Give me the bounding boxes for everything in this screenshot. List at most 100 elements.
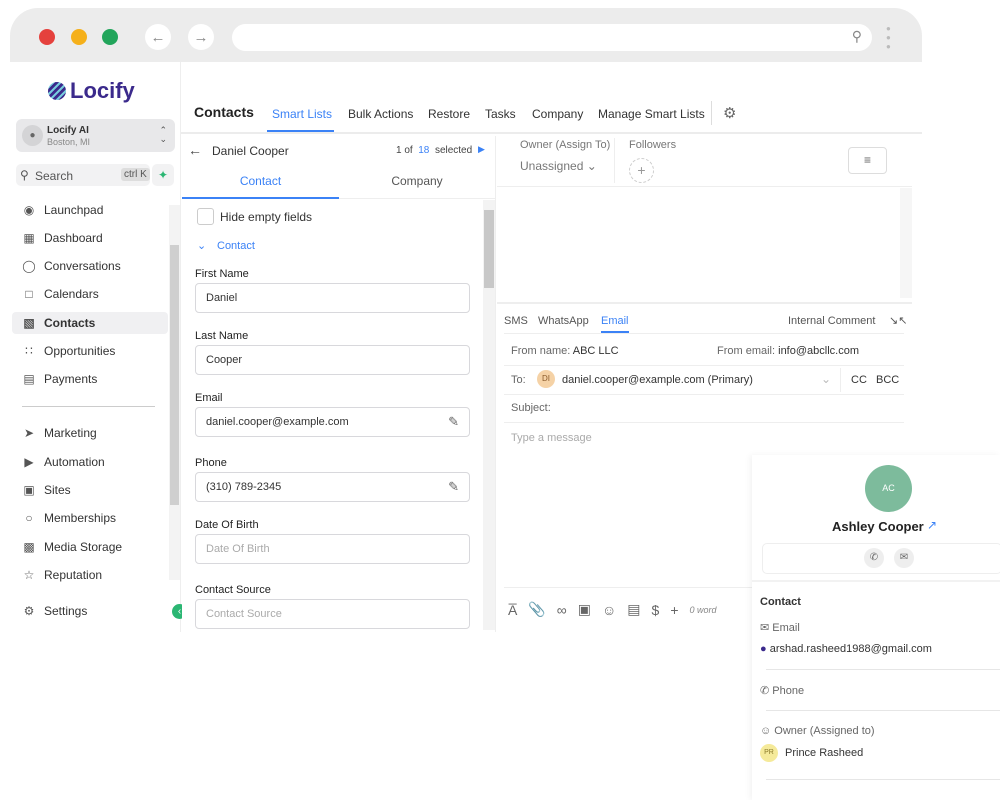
sidebar-item-label: Settings xyxy=(44,604,88,618)
bcc-button[interactable]: BCC xyxy=(876,374,899,386)
field-value: Contact Source xyxy=(206,608,282,620)
minimize-window-button[interactable] xyxy=(71,29,87,45)
sidebar-item-conversations[interactable]: ◯ Conversations xyxy=(20,255,168,277)
tab-contact[interactable]: Contact xyxy=(182,166,339,199)
back-arrow-icon[interactable]: ← xyxy=(188,142,202,158)
phone-icon: ✆ xyxy=(760,685,770,697)
sidebar-scrollbar[interactable] xyxy=(169,205,180,580)
cc-button[interactable]: CC xyxy=(851,374,867,386)
filter-icon[interactable]: ≡ xyxy=(848,147,887,174)
owner-label: Owner (Assigned to) xyxy=(774,725,875,737)
field-value: (310) 789-2345 xyxy=(206,481,282,493)
sidebar-item-label: Memberships xyxy=(44,511,117,525)
header xyxy=(181,62,922,134)
external-link-icon[interactable]: ↗ xyxy=(927,518,937,532)
owner-value: Unassigned xyxy=(520,159,584,173)
owner-avatar: PR xyxy=(760,744,778,762)
tab-bulk-actions[interactable]: Bulk Actions xyxy=(348,107,413,121)
channel-tab-whatsapp[interactable]: WhatsApp xyxy=(538,315,589,327)
account-switcher[interactable]: ● Locify AI Boston, MI ⌃ ⌄ xyxy=(16,119,175,152)
tab-restore[interactable]: Restore xyxy=(428,107,470,121)
search-button[interactable]: ⚲ Search ctrl K xyxy=(16,164,150,186)
email-input[interactable]: daniel.cooper@example.com ✎ xyxy=(195,407,470,437)
message-input[interactable]: Type a message xyxy=(511,432,592,444)
search-icon: ⚲ xyxy=(851,28,862,44)
owner-dropdown[interactable]: Unassigned ⌄ xyxy=(520,159,597,173)
messages-scrollbar[interactable] xyxy=(900,188,912,298)
emoji-icon[interactable]: ☺ xyxy=(602,602,616,618)
forward-button[interactable]: → xyxy=(188,24,214,50)
tab-company[interactable]: Company xyxy=(339,166,495,199)
mail-icon[interactable]: ✉ xyxy=(894,548,914,568)
sidebar-item-launchpad[interactable]: ◉ Launchpad xyxy=(20,199,168,221)
chevron-down-icon[interactable]: ⌄ xyxy=(197,239,206,252)
maximize-window-button[interactable] xyxy=(102,29,118,45)
pencil-icon[interactable]: ✎ xyxy=(448,479,459,495)
date-of-birth-input[interactable]: Date Of Birth xyxy=(195,534,470,564)
sidebar-item-media-storage[interactable]: ▩ Media Storage xyxy=(20,536,168,558)
page-title: Contacts xyxy=(194,104,254,120)
dollar-icon[interactable]: $ xyxy=(652,602,660,618)
collapse-icon[interactable]: ↘↖ xyxy=(889,314,907,327)
link-icon[interactable]: ∞ xyxy=(557,602,567,618)
field-value: Date Of Birth xyxy=(206,543,270,555)
hide-empty-checkbox[interactable] xyxy=(197,208,214,225)
next-record-icon[interactable]: ▶ xyxy=(478,144,485,155)
sidebar-item-dashboard[interactable]: ▦ Dashboard xyxy=(20,227,168,249)
sidebar-item-label: Dashboard xyxy=(44,231,103,245)
phone-input[interactable]: (310) 789-2345 ✎ xyxy=(195,472,470,502)
recipient-select[interactable]: daniel.cooper@example.com (Primary) xyxy=(562,374,753,386)
add-follower-button[interactable]: + xyxy=(629,158,654,183)
sidebar-item-calendars[interactable]: □ Calendars xyxy=(20,283,168,305)
pencil-icon[interactable]: ✎ xyxy=(448,414,459,430)
mail-icon: ✉ xyxy=(760,622,770,634)
channel-tab-sms[interactable]: SMS xyxy=(504,315,528,327)
plus-icon[interactable]: + xyxy=(670,602,678,618)
chevron-down-icon[interactable]: ⌄ xyxy=(821,372,831,386)
field-label: Contact Source xyxy=(195,584,271,596)
document-icon[interactable]: ▤ xyxy=(627,601,640,618)
gear-icon[interactable]: ⚙ xyxy=(723,104,736,122)
sidebar-item-reputation[interactable]: ☆ Reputation xyxy=(20,564,168,586)
email-label: Email xyxy=(772,622,800,634)
address-bar[interactable]: ⚲ xyxy=(232,24,872,51)
last-name-input[interactable]: Cooper xyxy=(195,345,470,375)
user-icon: ● xyxy=(22,125,43,146)
sidebar-item-marketing[interactable]: ➤ Marketing xyxy=(20,422,168,444)
contact-email[interactable]: arshad.rasheed1988@gmail.com xyxy=(770,643,932,655)
sidebar-item-label: Sites xyxy=(44,483,71,497)
field-value: Daniel xyxy=(206,292,238,304)
contact-card: AC Ashley Cooper ↗ ✆ ✉ Contact ✉ Email ●… xyxy=(752,455,1000,800)
sidebar-item-settings[interactable]: ⚙ Settings xyxy=(20,600,168,622)
tab-company[interactable]: Company xyxy=(532,107,583,121)
close-window-button[interactable] xyxy=(39,29,55,45)
text-format-icon[interactable]: A̅ xyxy=(508,602,517,618)
tab-manage-smart-lists[interactable]: Manage Smart Lists xyxy=(598,107,705,121)
panel-scrollbar[interactable] xyxy=(483,200,495,630)
tab-smart-lists[interactable]: Smart Lists xyxy=(272,107,332,121)
field-label: Phone xyxy=(195,457,227,469)
from-name-label: From name: xyxy=(511,345,571,357)
channel-tab-email[interactable]: Email xyxy=(601,315,629,333)
sidebar-item-opportunities[interactable]: ∷ Opportunities xyxy=(20,340,168,362)
first-name-input[interactable]: Daniel xyxy=(195,283,470,313)
sidebar-item-label: Reputation xyxy=(44,568,103,582)
record-position: 1 of xyxy=(396,145,413,156)
attachment-icon[interactable]: 📎 xyxy=(528,601,545,618)
sidebar-item-automation[interactable]: ▶ Automation xyxy=(20,451,168,473)
internal-comment-tab[interactable]: Internal Comment xyxy=(788,315,875,327)
star-icon: ☆ xyxy=(23,568,35,582)
contact-source-input[interactable]: Contact Source xyxy=(195,599,470,629)
phone-icon[interactable]: ✆ xyxy=(864,548,884,568)
sidebar-item-sites[interactable]: ▣ Sites xyxy=(20,479,168,501)
sidebar-item-memberships[interactable]: ○ Memberships xyxy=(20,507,168,529)
quick-action-icon[interactable]: ✦ xyxy=(152,164,174,186)
subject-input[interactable]: Subject: xyxy=(511,402,551,414)
sidebar-item-payments[interactable]: ▤ Payments xyxy=(20,368,168,390)
more-menu-icon[interactable]: ● ● ● xyxy=(886,24,892,51)
image-icon[interactable]: ▣ xyxy=(578,601,591,618)
sidebar-item-contacts[interactable]: ▧ Contacts xyxy=(12,312,168,334)
tab-tasks[interactable]: Tasks xyxy=(485,107,516,121)
back-button[interactable]: ← xyxy=(145,24,171,50)
sidebar-item-label: Payments xyxy=(44,372,98,386)
